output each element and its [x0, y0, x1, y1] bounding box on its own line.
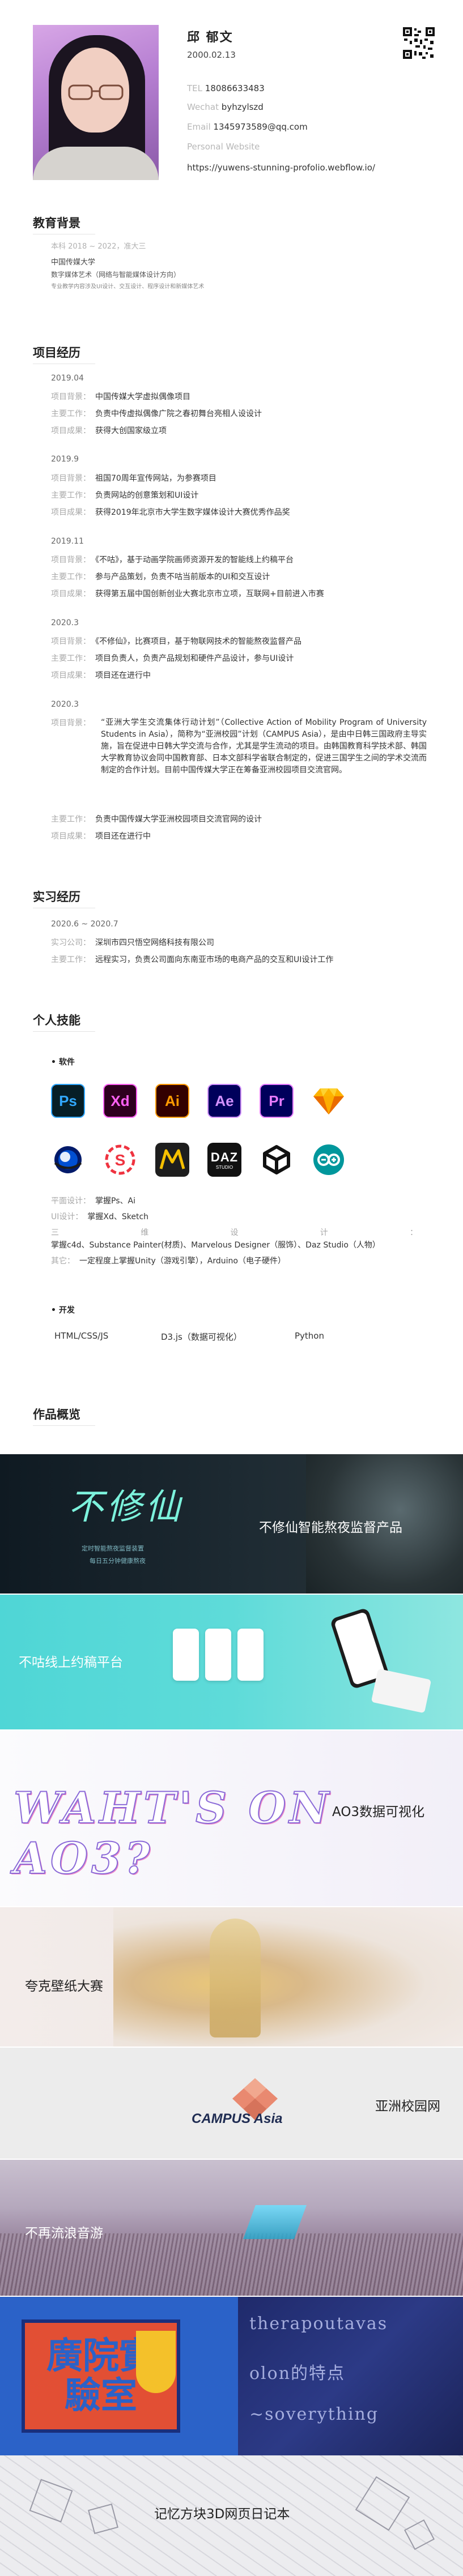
project-result: 项目成果： 获得第五届中国创新创业大赛北京市立项，互联网+目前进入市赛: [51, 589, 324, 599]
work-caption: 亚洲校园网: [375, 2099, 440, 2114]
project-background: 项目背景： 《不修仙》，比赛项目，基于物联网技术的智能熬夜监督产品: [51, 637, 301, 646]
software-icons-row: Ps Xd Ai Ae Pr: [51, 1084, 346, 1118]
premiere-icon: Pr: [260, 1084, 294, 1118]
skill-line: UI设计： 掌握Xd、Sketch: [51, 1212, 149, 1221]
buxiuxian-sub2: 每日五分钟健康熬夜: [90, 1557, 146, 1565]
work-banner-music-game[interactable]: 不再流浪音游: [0, 2160, 463, 2296]
daz-studio-icon: DAZ STUDIO: [207, 1143, 241, 1177]
project-work: 主要工作： 负责中国传媒大学亚洲校园项目交流官网的设计: [51, 815, 262, 824]
marvelous-designer-icon: [155, 1143, 189, 1177]
project-work: 主要工作： 负责中传虚拟偶像广院之春初舞台亮相人设设计: [51, 409, 262, 418]
unity-icon: [260, 1143, 294, 1177]
project-background: 项目背景： 中国传媒大学虚拟偶像项目: [51, 392, 190, 401]
project-work: 主要工作： 参与产品策划，负责不咕当前版本的UI和交互设计: [51, 573, 270, 582]
project-result: 项目成果： 获得大创国家级立项: [51, 426, 167, 435]
work-banner-bugu[interactable]: 不咕线上约稿平台: [0, 1595, 463, 1729]
skills-title: 个人技能: [33, 1011, 95, 1032]
education-school: 中国传媒大学: [51, 258, 96, 267]
project-background-label: 项目背景：: [51, 719, 91, 728]
project-work: 主要工作： 负责网站的创意策划和UI设计: [51, 491, 199, 500]
education-period: 本科 2018 ~ 2022，准大三: [51, 242, 146, 251]
project-background: 项目背景： 祖国70周年宣传网站，为参赛项目: [51, 474, 216, 483]
contact-tel: TEL 18086633483: [187, 83, 265, 93]
project-date: 2019.11: [51, 537, 84, 546]
internship-work: 主要工作： 远程实习，负责公司面向东南亚市场的电商产品的交互和UI设计工作: [51, 955, 334, 964]
ao3-art-text: WAHT'S ON AO3?: [13, 1782, 333, 1884]
campus-asia-logo-text: CAMPUS Asia: [192, 2111, 283, 2126]
work-caption: 不再流浪音游: [25, 2226, 103, 2241]
xd-icon: Xd: [103, 1084, 137, 1118]
skill-line: 其它： 一定程度上掌握Unity（游戏引擎），Arduino（电子硬件）: [51, 1257, 286, 1266]
work-banner-quark[interactable]: 夸克壁纸大赛: [0, 1907, 463, 2047]
works-title: 作品概览: [33, 1406, 95, 1426]
project-date: 2019.04: [51, 374, 84, 383]
internship-period: 2020.6 ~ 2020.7: [51, 920, 118, 929]
work-banner-ao3[interactable]: WAHT'S ON AO3? AO3数据可视化: [0, 1731, 463, 1906]
education-major: 数字媒体艺术（网络与智能媒体设计方向）: [51, 271, 181, 279]
project-date: 2020.3: [51, 700, 79, 709]
wechat-label: Wechat: [187, 102, 219, 112]
internship-title: 实习经历: [33, 888, 95, 908]
dev-heading: • 开发: [51, 1306, 75, 1315]
photoshop-icon: Ps: [51, 1084, 85, 1118]
work-caption: 记忆方块3D网页日记本: [154, 2507, 290, 2522]
cinema4d-icon: [51, 1143, 85, 1177]
work-caption: 不咕线上约稿平台: [19, 1655, 123, 1670]
project-work: 主要工作： 项目负责人，负责产品规划和硬件产品设计，参与UI设计: [51, 654, 294, 663]
sketch-icon: [312, 1084, 346, 1118]
after-effects-icon: Ae: [207, 1084, 241, 1118]
dev-item: HTML/CSS/JS: [54, 1331, 109, 1341]
projects-title: 项目经历: [33, 344, 95, 364]
skill-line: 三维设计：掌握c4d、Substance Painter(材质)、Marvelo…: [51, 1228, 418, 1250]
work-banner-buxiuxian[interactable]: 不修仙 定时智能熬夜监督装置 每日五分钟健康熬夜 不修仙智能熬夜监督产品: [0, 1454, 463, 1594]
website-link[interactable]: https://yuwens-stunning-profolio.webflow…: [187, 163, 375, 173]
arduino-icon: [312, 1143, 346, 1177]
buxiuxian-sub1: 定时智能熬夜监督装置: [82, 1545, 144, 1552]
contact-wechat: Wechat byhzylszd: [187, 102, 264, 112]
project-result: 项目成果： 项目还在进行中: [51, 832, 151, 841]
qr-code-icon[interactable]: [403, 27, 435, 59]
project-date: 2020.3: [51, 618, 79, 627]
software-heading: • 软件: [51, 1058, 75, 1067]
svg-text:S: S: [115, 1151, 126, 1169]
tel-value[interactable]: 18086633483: [205, 83, 265, 93]
profile-dob: 2000.02.13: [187, 50, 236, 60]
project-result: 项目成果： 项目还在进行中: [51, 671, 151, 680]
work-caption: 夸克壁纸大赛: [25, 1979, 103, 1994]
email-label: Email: [187, 122, 211, 132]
project-background: “亚洲大学生交流集体行动计划”（Collective Action of Mob…: [101, 718, 427, 775]
education-title: 教育背景: [33, 214, 95, 234]
work-caption: 不修仙智能熬夜监督产品: [259, 1520, 402, 1535]
project-background: 项目背景： 《不咕》，基于动画学院画师资源开发的智能线上约稿平台: [51, 556, 294, 565]
work-banner-campus-asia[interactable]: CAMPUS Asia 亚洲校园网: [0, 2048, 463, 2159]
project-result: 项目成果： 获得2019年北京市大学生数字媒体设计大赛优秀作品奖: [51, 508, 290, 517]
work-banner-memory-cube[interactable]: 廣院實驗室 therapoutavas olon的特点 ~soverything…: [0, 2297, 463, 2576]
buxiuxian-art-text: 不修仙: [68, 1486, 184, 1527]
wechat-value: byhzylszd: [221, 102, 264, 112]
dev-item: D3.js（数据可视化）: [161, 1332, 242, 1342]
substance-painter-icon: S: [103, 1143, 137, 1177]
profile-photo: [33, 25, 159, 180]
dev-item: Python: [295, 1331, 324, 1341]
email-value[interactable]: 1345973589@qq.com: [213, 122, 307, 132]
project-date: 2019.9: [51, 455, 79, 464]
tel-label: TEL: [187, 83, 202, 93]
work-caption: AO3数据可视化: [332, 1805, 425, 1819]
internship-company: 实习公司： 深圳市四只悟空网络科技有限公司: [51, 938, 214, 947]
education-courses: 专业教学内容涉及UI设计、交互设计、程序设计和新媒体艺术: [51, 284, 205, 290]
software-icons-row-2: S DAZ STUDIO: [51, 1143, 346, 1177]
contact-email: Email 1345973589@qq.com: [187, 122, 308, 132]
profile-name: 邱 郁文: [187, 31, 233, 45]
illustrator-icon: Ai: [155, 1084, 189, 1118]
skill-line: 平面设计： 掌握Ps、Ai: [51, 1197, 135, 1206]
contact-website-label: Personal Website: [187, 142, 260, 152]
